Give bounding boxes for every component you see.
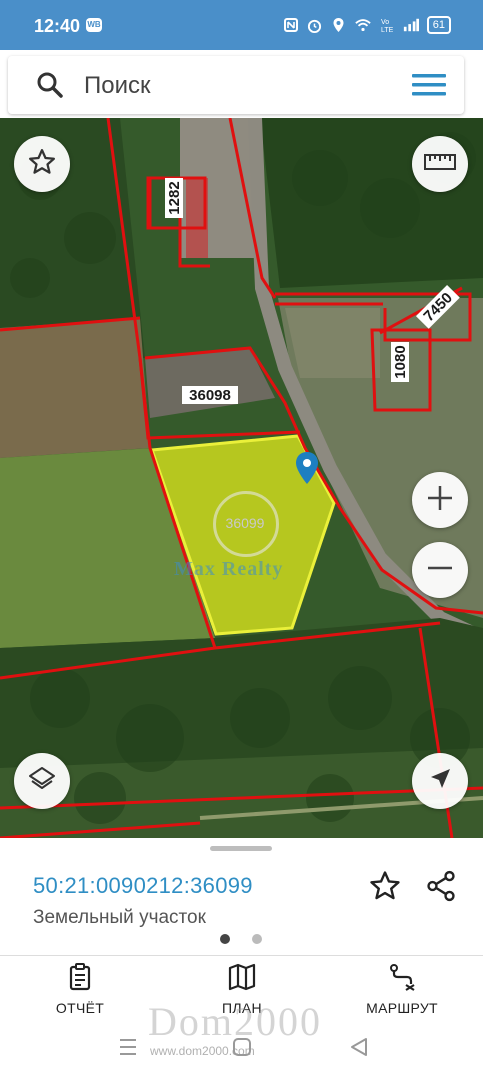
zoom-out-button[interactable] [412, 542, 468, 598]
minus-icon [425, 553, 455, 588]
plus-icon [425, 483, 455, 518]
route-icon [387, 962, 417, 992]
wifi-icon [355, 17, 371, 33]
volte-icon: Vo LTE [379, 17, 395, 33]
drag-handle[interactable] [210, 846, 272, 851]
wb-badge-icon: WB [86, 18, 102, 32]
share-icon[interactable] [424, 869, 458, 903]
navigation-arrow-icon [427, 766, 453, 797]
map-view[interactable]: 1282 7450 1080 36098 36099 Max Realty [0, 118, 483, 838]
parcel-label-36098: 36098 [189, 387, 231, 404]
favorite-map-button[interactable] [14, 136, 70, 192]
nfc-icon [283, 17, 299, 33]
parcel-label-1282: 1282 [166, 181, 183, 214]
home-icon[interactable] [233, 1038, 251, 1056]
divider [0, 955, 483, 956]
layers-icon [27, 764, 57, 799]
ruler-icon [424, 153, 456, 176]
location-icon [331, 17, 347, 33]
svg-text:LTE: LTE [381, 27, 394, 33]
status-bar: 12:40 WB Vo LTE 61 [0, 0, 483, 50]
object-type: Земельный участок [33, 907, 206, 928]
search-bar[interactable] [8, 56, 464, 114]
watermark-logo [213, 491, 279, 557]
satellite-map[interactable]: 1282 7450 1080 36098 36099 [0, 118, 483, 838]
my-location-button[interactable] [412, 753, 468, 809]
nav-route-label: МАРШРУТ [366, 1000, 438, 1016]
nav-route[interactable]: МАРШРУТ [342, 962, 462, 1016]
parcel-label-1080: 1080 [392, 345, 409, 378]
svg-text:Vo: Vo [381, 19, 389, 26]
nav-report[interactable]: ОТЧЁТ [20, 962, 140, 1016]
status-time: 12:40 [34, 16, 81, 36]
back-icon[interactable] [351, 1038, 367, 1056]
map-plan-icon [227, 962, 257, 992]
favorite-star-icon[interactable] [368, 869, 402, 903]
layers-button[interactable] [14, 753, 70, 809]
system-navigation [120, 1038, 367, 1056]
hamburger-menu-icon[interactable] [412, 73, 446, 97]
report-icon [65, 962, 95, 992]
bottom-sheet: 50:21:0090212:36099 Земельный участок ОТ… [0, 838, 483, 1080]
battery-icon: 61 [426, 16, 451, 34]
page-dot[interactable] [252, 934, 262, 944]
watermark-text: Max Realty [174, 558, 284, 580]
alarm-icon [307, 17, 323, 33]
cadastral-number[interactable]: 50:21:0090212:36099 [33, 873, 253, 899]
nav-report-label: ОТЧЁТ [55, 1000, 105, 1016]
page-dot-active[interactable] [220, 934, 230, 944]
ruler-button[interactable] [412, 136, 468, 192]
zoom-in-button[interactable] [412, 472, 468, 528]
page-indicator [220, 934, 262, 944]
recents-icon[interactable] [120, 1039, 136, 1055]
signal-icon [403, 17, 419, 33]
star-icon [27, 147, 57, 182]
status-icons: Vo LTE 61 [283, 16, 451, 34]
search-input[interactable] [82, 68, 386, 104]
search-icon[interactable] [36, 71, 64, 99]
